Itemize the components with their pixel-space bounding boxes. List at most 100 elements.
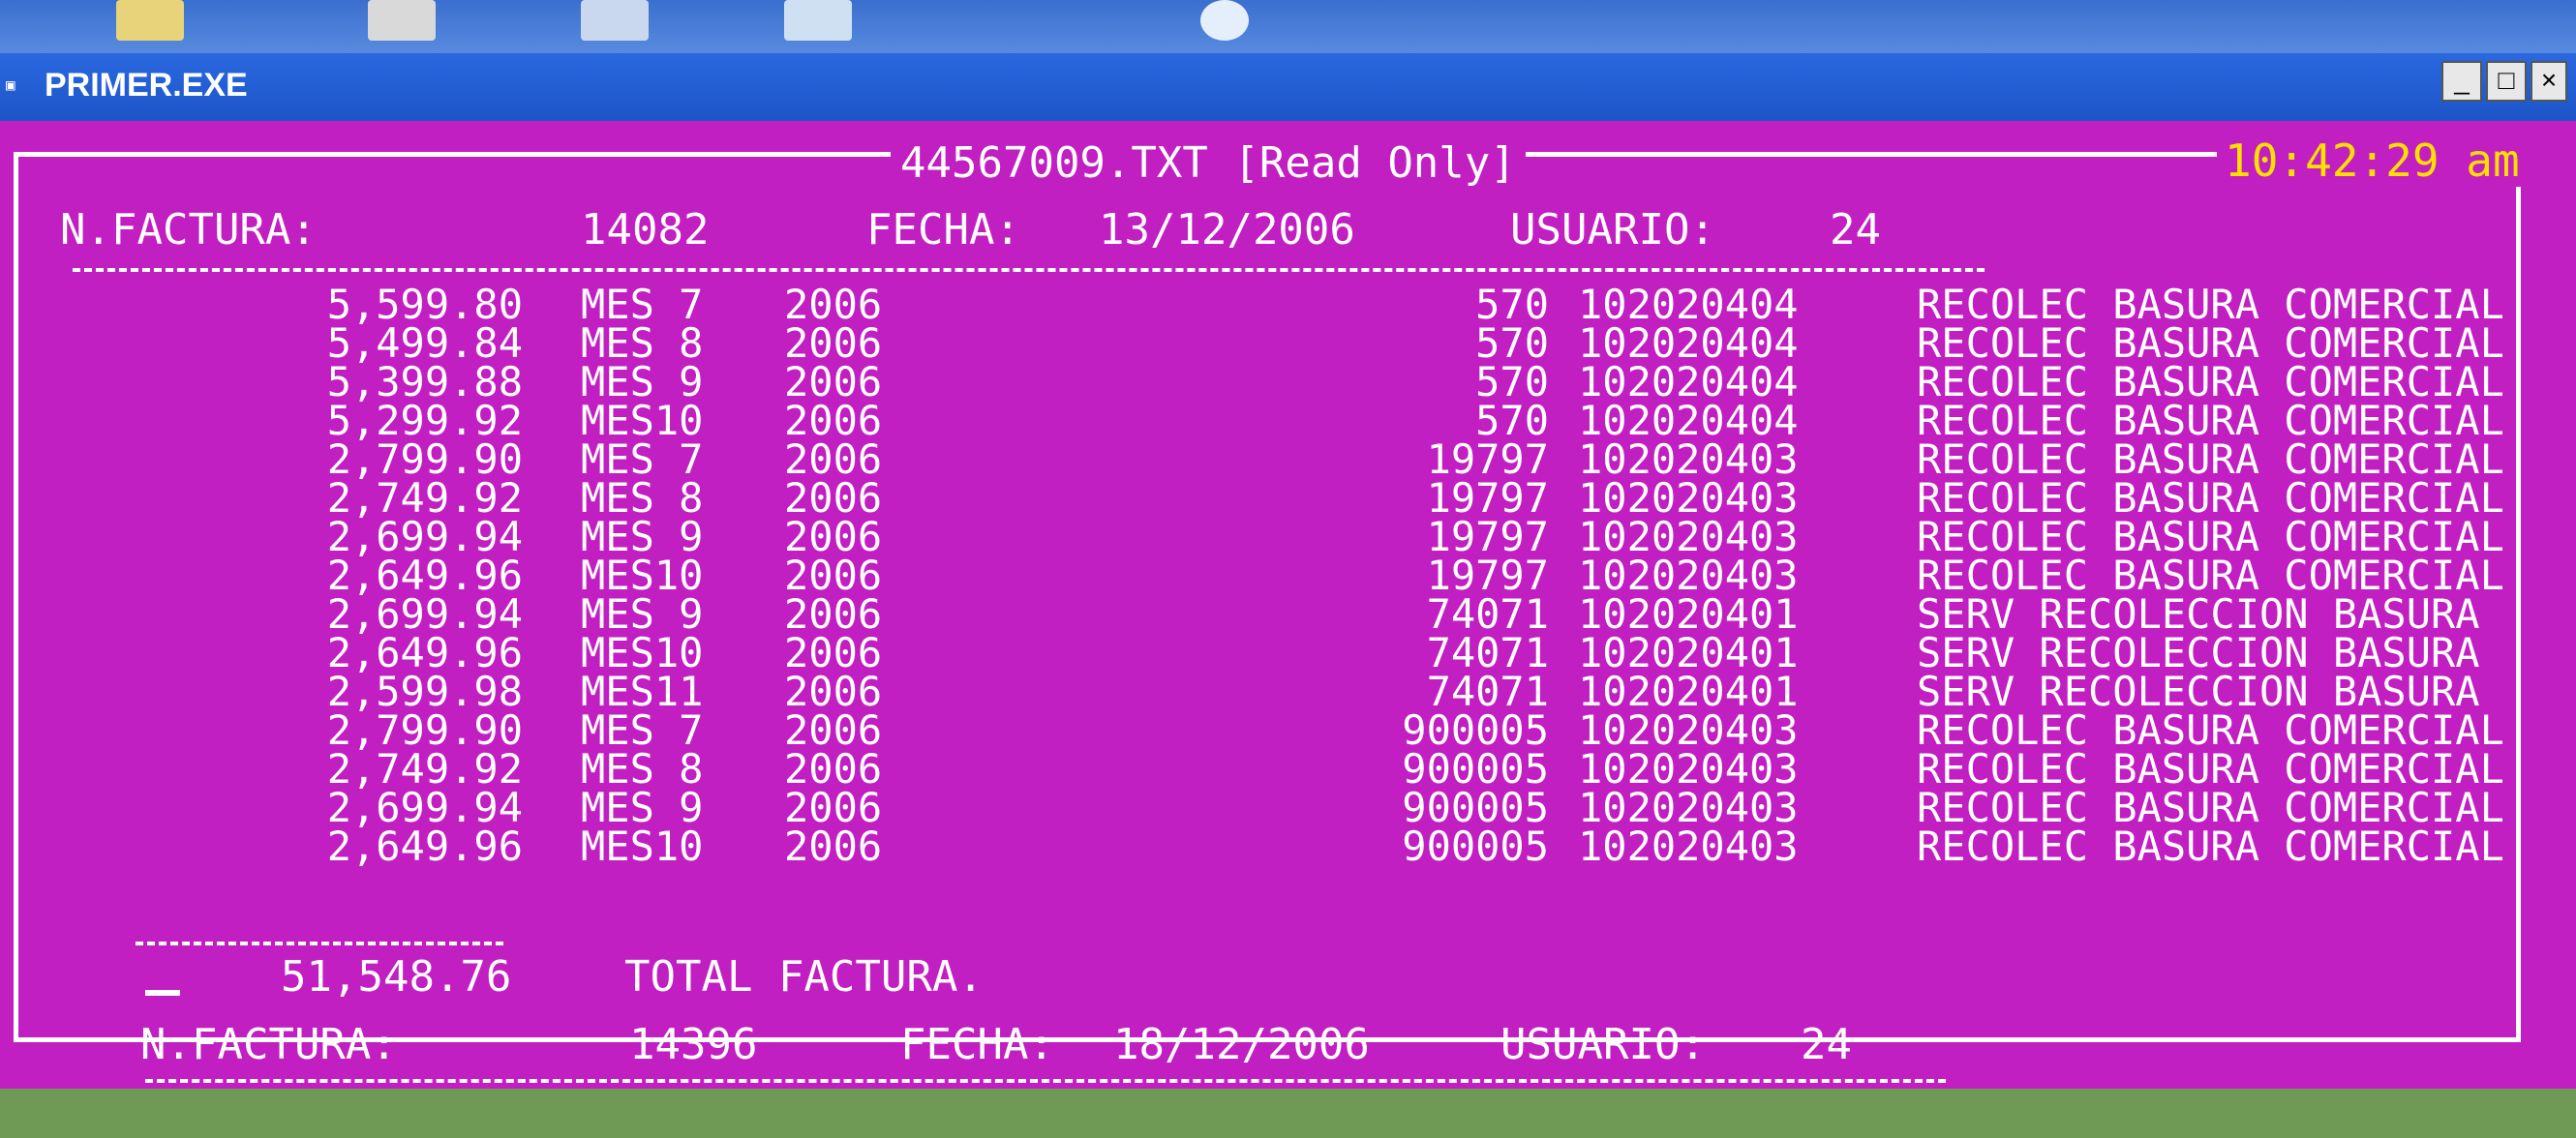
line-year: 2006 (784, 513, 883, 560)
line-description: RECOLEC BASURA COMERCIAL (1917, 784, 2504, 831)
document-icon[interactable] (581, 0, 649, 41)
user-value: 24 (1830, 205, 1881, 255)
line-month: MES 8 (581, 474, 704, 522)
line-code: 900005 (1402, 745, 1549, 793)
desktop-background (0, 0, 2576, 58)
line-year: 2006 (784, 397, 883, 444)
app-icon[interactable] (368, 0, 436, 41)
line-year: 2006 (784, 319, 883, 367)
line-month: MES 9 (581, 513, 704, 560)
line-year: 2006 (784, 745, 883, 793)
date-label: FECHA: (866, 205, 1020, 255)
clock: 10:42:29 am (2217, 135, 2528, 187)
invoice-number: 14082 (581, 205, 710, 255)
line-account: 102020403 (1578, 784, 1799, 831)
line-year: 2006 (784, 668, 883, 715)
folder-icon[interactable] (116, 0, 184, 41)
window-titlebar[interactable]: ▣ PRIMER.EXE _ □ × (0, 53, 2576, 121)
total-separator (136, 942, 503, 945)
line-account: 102020403 (1578, 474, 1799, 522)
line-code: 570 (1475, 397, 1549, 444)
invoice-date: 13/12/2006 (1099, 205, 1355, 255)
line-description: RECOLEC BASURA COMERCIAL (1917, 435, 2504, 483)
line-code: 19797 (1426, 513, 1549, 560)
total-amount: 51,548.76 (281, 952, 512, 1002)
line-year: 2006 (784, 552, 883, 599)
total-label: TOTAL FACTURA. (624, 952, 984, 1002)
line-code: 19797 (1426, 552, 1549, 599)
line-description: RECOLEC BASURA COMERCIAL (1917, 397, 2504, 444)
line-amount: 2,649.96 (326, 823, 523, 870)
line-account: 102020401 (1578, 668, 1799, 715)
line-account: 102020401 (1578, 629, 1799, 676)
line-year: 2006 (784, 590, 883, 638)
line-amount: 2,799.90 (326, 435, 523, 483)
line-amount: 5,499.84 (326, 319, 523, 367)
line-account: 102020403 (1578, 706, 1799, 754)
line-month: MES 9 (581, 590, 704, 638)
line-month: MES10 (581, 397, 704, 444)
line-code: 19797 (1426, 474, 1549, 522)
minimize-button[interactable]: _ (2441, 61, 2482, 102)
line-code: 900005 (1402, 706, 1549, 754)
line-year: 2006 (784, 358, 883, 405)
line-account: 102020403 (1578, 552, 1799, 599)
dos-window: ▣ PRIMER.EXE _ □ × 44567009.TXT [Read On… (0, 53, 2576, 1089)
line-account: 102020403 (1578, 435, 1799, 483)
line-account: 102020404 (1578, 397, 1799, 444)
line-description: RECOLEC BASURA COMERCIAL (1917, 281, 2504, 328)
teamviewer-icon[interactable] (1200, 0, 1249, 41)
line-amount: 5,599.80 (326, 281, 523, 328)
line-amount: 2,599.98 (326, 668, 523, 715)
line-month: MES11 (581, 668, 704, 715)
line-amount: 5,299.92 (326, 397, 523, 444)
close-button[interactable]: × (2531, 61, 2567, 102)
invoice-label: N.FACTURA: (60, 205, 317, 255)
line-amount: 2,699.94 (326, 784, 523, 831)
desktop-background-bottom (0, 1089, 2576, 1138)
line-year: 2006 (784, 706, 883, 754)
line-account: 102020404 (1578, 281, 1799, 328)
line-code: 570 (1475, 358, 1549, 405)
line-description: RECOLEC BASURA COMERCIAL (1917, 319, 2504, 367)
line-code: 74071 (1426, 668, 1549, 715)
ms-dos-icon: ▣ (6, 75, 15, 94)
separator-line (73, 268, 1985, 272)
line-description: RECOLEC BASURA COMERCIAL (1917, 358, 2504, 405)
line-month: MES10 (581, 823, 704, 870)
line-amount: 5,399.88 (326, 358, 523, 405)
line-amount: 2,649.96 (326, 629, 523, 676)
line-description: SERV RECOLECCION BASURA (1917, 590, 2480, 638)
line-account: 102020403 (1578, 745, 1799, 793)
document-icon[interactable] (784, 0, 852, 41)
line-account: 102020401 (1578, 590, 1799, 638)
invoice-label-2: N.FACTURA: (140, 1020, 397, 1069)
line-month: MES 7 (581, 435, 704, 483)
line-description: RECOLEC BASURA COMERCIAL (1917, 513, 2504, 560)
line-year: 2006 (784, 474, 883, 522)
line-account: 102020404 (1578, 319, 1799, 367)
line-month: MES 9 (581, 784, 704, 831)
line-amount: 2,749.92 (326, 474, 523, 522)
line-month: MES10 (581, 629, 704, 676)
line-year: 2006 (784, 281, 883, 328)
line-code: 900005 (1402, 823, 1549, 870)
user-label: USUARIO: (1510, 205, 1715, 255)
line-description: RECOLEC BASURA COMERCIAL (1917, 823, 2504, 870)
maximize-button[interactable]: □ (2486, 61, 2527, 102)
line-month: MES 8 (581, 319, 704, 367)
line-description: RECOLEC BASURA COMERCIAL (1917, 745, 2504, 793)
line-amount: 2,649.96 (326, 552, 523, 599)
line-code: 74071 (1426, 629, 1549, 676)
console-screen[interactable]: 44567009.TXT [Read Only] 10:42:29 am N.F… (0, 121, 2576, 1089)
line-year: 2006 (784, 823, 883, 870)
line-account: 102020403 (1578, 513, 1799, 560)
line-amount: 2,699.94 (326, 513, 523, 560)
line-account: 102020403 (1578, 823, 1799, 870)
line-code: 900005 (1402, 784, 1549, 831)
line-year: 2006 (784, 784, 883, 831)
invoice-number-2: 14396 (629, 1020, 758, 1069)
user-label-2: USUARIO: (1500, 1020, 1706, 1069)
line-month: MES 9 (581, 358, 704, 405)
date-label-2: FECHA: (900, 1020, 1054, 1069)
